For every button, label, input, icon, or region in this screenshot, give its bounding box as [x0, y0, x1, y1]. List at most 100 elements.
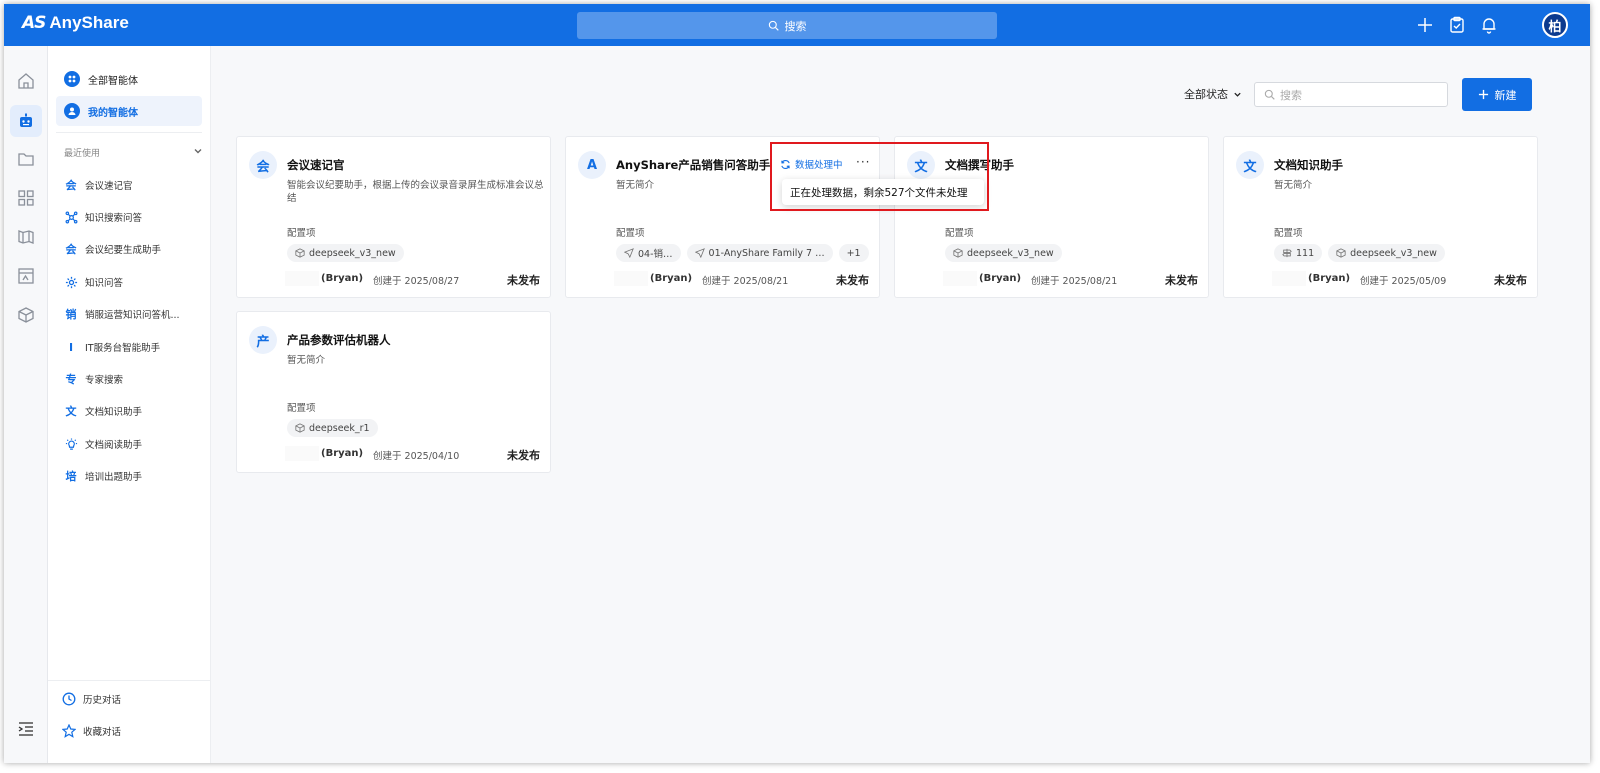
- sidebar: 全部智能体 我的智能体 最近使用 会会议速记官 知识搜索问答 会会议纪要生成助手…: [48, 46, 211, 763]
- global-search-placeholder: 搜索: [784, 19, 807, 33]
- recent-item-label: 销服运营知识问答机...: [85, 310, 180, 321]
- star-icon: [62, 724, 76, 738]
- owner-name-placeholder: [614, 271, 648, 286]
- recent-item-label: 专家搜索: [85, 375, 124, 386]
- model-tag: deepseek_v3_new: [945, 244, 1062, 262]
- knowledge-tag: 04-销…: [616, 244, 681, 262]
- sidebar-item-my-agents[interactable]: 我的智能体: [56, 96, 202, 126]
- publish-status: 未发布: [507, 274, 540, 287]
- publish-status: 未发布: [1165, 274, 1198, 287]
- cube-icon: [953, 248, 963, 258]
- recent-item-glyph: 销: [65, 308, 77, 321]
- plus-icon[interactable]: [1416, 16, 1434, 34]
- recent-item[interactable]: 培培训出题助手: [64, 466, 143, 486]
- recent-item-label: 培训出题助手: [85, 472, 143, 483]
- user-avatar[interactable]: 柏: [1542, 12, 1568, 38]
- sidebar-item-label: 我的智能体: [88, 107, 138, 119]
- new-agent-button[interactable]: 新建: [1462, 78, 1532, 111]
- agent-description: 暂无简介: [287, 355, 326, 366]
- recent-item-glyph: I: [68, 340, 74, 354]
- plus-icon: [1478, 89, 1488, 100]
- owner-name-placeholder: [285, 271, 319, 286]
- search-icon: [1264, 89, 1275, 100]
- model-tag: deepseek_v3_new: [1328, 244, 1445, 262]
- recent-item[interactable]: 文文档知识助手: [64, 401, 143, 421]
- app-window: AS AnyShare 搜索 柏 全部智能体 我的智能体 最近使用 会 会议速记…: [4, 4, 1590, 763]
- robot-icon[interactable]: [17, 112, 35, 130]
- status-filter-dropdown[interactable]: 全部状态: [1184, 86, 1242, 102]
- gear-icon: [64, 275, 78, 289]
- map-book-icon[interactable]: [17, 228, 35, 246]
- dashboard-icon[interactable]: [17, 267, 35, 285]
- agent-created-date: 创建于 2025/04/10: [373, 451, 460, 462]
- recent-item[interactable]: 知识搜索问答: [64, 207, 142, 227]
- more-tags-badge[interactable]: +1: [838, 244, 869, 262]
- bulb-icon: [64, 437, 78, 451]
- agent-card[interactable]: 会 会议速记官 智能会议纪要助手，根据上传的会议录音录屏生成标准会议总结 配置项…: [236, 136, 551, 298]
- recent-item[interactable]: 销销服运营知识问答机...: [64, 304, 180, 324]
- agent-created-date: 创建于 2025/08/21: [702, 276, 789, 287]
- bell-icon[interactable]: [1480, 16, 1498, 34]
- recent-item-glyph: 会: [65, 179, 77, 192]
- sidebar-item-all-agents[interactable]: 全部智能体: [56, 64, 202, 94]
- global-search-input[interactable]: 搜索: [577, 12, 997, 39]
- tag-label: deepseek_v3_new: [1350, 247, 1437, 259]
- recent-item-label: 文档阅读助手: [85, 440, 143, 451]
- tag-label: deepseek_v3_new: [309, 247, 396, 259]
- config-tags: 111 deepseek_v3_new: [1274, 244, 1445, 262]
- recent-section-label: 最近使用: [64, 149, 101, 159]
- chevron-down-icon[interactable]: [193, 146, 203, 156]
- recent-item[interactable]: 会会议速记官: [64, 175, 133, 195]
- brand-name: AnyShare: [49, 13, 129, 32]
- tag-label: 01-AnyShare Family 7 …: [708, 247, 825, 259]
- config-tags: deepseek_v3_new: [287, 244, 404, 262]
- apps-grid-icon[interactable]: [17, 189, 35, 207]
- agent-card[interactable]: 文 文档知识助手 暂无简介 配置项 111 deepseek_v3_new (B…: [1223, 136, 1538, 298]
- recent-item-label: 会议纪要生成助手: [85, 245, 162, 256]
- folder-icon[interactable]: [17, 150, 35, 168]
- agent-search-placeholder: 搜索: [1280, 88, 1302, 102]
- publish-status: 未发布: [836, 274, 869, 287]
- home-icon[interactable]: [17, 72, 35, 90]
- recent-item-label: 知识搜索问答: [85, 213, 143, 224]
- logo-mark-icon: AS: [22, 13, 46, 33]
- cube-icon: [295, 423, 305, 433]
- collapse-menu-icon[interactable]: [17, 720, 35, 738]
- tool-tag: 111: [1274, 244, 1323, 262]
- divider: [48, 680, 211, 681]
- cube-icon: [1336, 248, 1346, 258]
- config-tags: deepseek_v3_new: [945, 244, 1062, 262]
- recent-item[interactable]: 文档阅读助手: [64, 434, 142, 454]
- recent-item[interactable]: I IT服务台智能助手: [64, 337, 160, 357]
- model-tag: deepseek_r1: [287, 419, 378, 437]
- knowledge-tag: 01-AnyShare Family 7 …: [686, 244, 833, 262]
- recent-item-label: IT服务台智能助手: [85, 343, 161, 354]
- agent-owner: (Bryan): [650, 273, 693, 284]
- recent-item[interactable]: 专专家搜索: [64, 369, 124, 389]
- agent-title: 会议速记官: [287, 158, 345, 172]
- tag-label: deepseek_v3_new: [967, 247, 1054, 259]
- agent-owner: (Bryan): [979, 273, 1022, 284]
- agent-card[interactable]: 产 产品参数评估机器人 暂无简介 配置项 deepseek_r1 (Bryan)…: [236, 311, 551, 473]
- cube-icon[interactable]: [17, 306, 35, 324]
- task-clipboard-icon[interactable]: [1448, 16, 1466, 34]
- recent-item[interactable]: 会会议纪要生成助手: [64, 239, 162, 259]
- history-chat-link[interactable]: 历史对话: [62, 692, 121, 706]
- recent-item[interactable]: 知识问答: [64, 272, 123, 292]
- agent-search-input[interactable]: 搜索: [1254, 82, 1448, 107]
- divider: [56, 132, 202, 133]
- send-icon: [694, 248, 705, 258]
- annotation-highlight-box: [770, 142, 989, 211]
- search-icon: [768, 20, 779, 31]
- config-tags: deepseek_r1: [287, 419, 378, 437]
- agent-owner: (Bryan): [321, 273, 364, 284]
- chevron-down-icon: [1234, 92, 1241, 97]
- left-icon-rail: [4, 46, 48, 763]
- favorite-chat-link[interactable]: 收藏对话: [62, 724, 121, 738]
- tag-label: 04-销…: [638, 249, 673, 260]
- tag-label: 111: [1296, 247, 1315, 259]
- logo[interactable]: AS AnyShare: [22, 13, 129, 33]
- agent-created-date: 创建于 2025/05/09: [1360, 276, 1447, 287]
- recent-item-label: 文档知识助手: [85, 407, 143, 418]
- send-icon: [624, 248, 634, 258]
